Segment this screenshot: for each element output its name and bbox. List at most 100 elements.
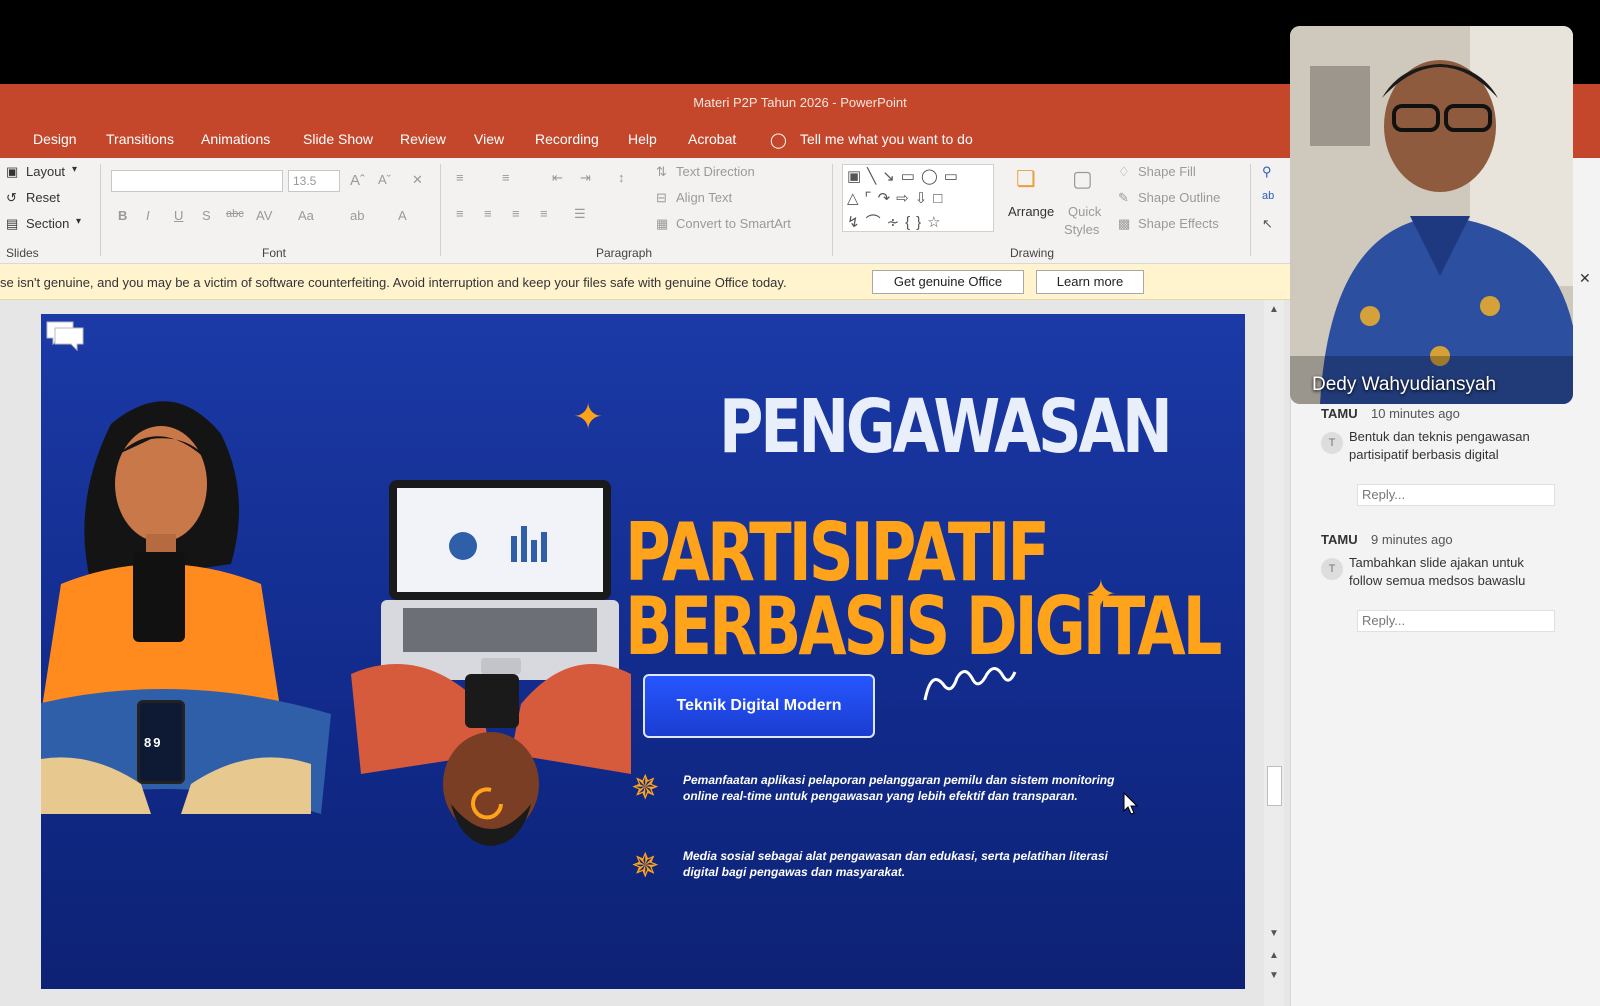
shrink-font-icon[interactable]: Aˇ [378,172,391,187]
tab-slide-show[interactable]: Slide Show [303,131,373,147]
slide-title-pengawasan: PENGAWASAN [719,384,1173,470]
shadow-icon[interactable]: S [202,208,211,223]
find-icon[interactable]: ⚲ [1262,164,1272,180]
columns-icon[interactable]: ☰ [574,206,586,222]
ribbon: ▣ Layout ▾ ↺ Reset ▤ Section ▾ Slides 13… [0,158,1290,264]
video-call-tile[interactable]: Dedy Wahyudiansyah [1290,26,1573,404]
highlight-icon[interactable]: ab [350,208,364,223]
genuine-office-banner: se isn't genuine, and you may be a victi… [0,264,1290,300]
chevron-down-icon: ▾ [72,164,78,175]
participant-video [1290,26,1573,404]
tab-review[interactable]: Review [400,131,446,147]
justify-icon[interactable]: ≡ [540,206,548,221]
tab-view[interactable]: View [474,131,504,147]
tab-design[interactable]: Design [33,131,77,147]
text-direction-button[interactable]: Text Direction [676,164,755,179]
banner-message: se isn't genuine, and you may be a victi… [0,275,787,290]
comment-time: 10 minutes ago [1371,406,1460,421]
tell-me-search[interactable]: Tell me what you want to do [800,131,973,147]
increase-indent-icon[interactable]: ⇥ [580,170,591,186]
decrease-indent-icon[interactable]: ⇤ [552,170,563,186]
align-left-icon[interactable]: ≡ [456,206,464,221]
clear-format-icon[interactable]: ✕ [412,172,423,188]
tab-recording[interactable]: Recording [535,131,599,147]
vertical-scrollbar[interactable] [1264,300,1284,1006]
shape-effects-button[interactable]: Shape Effects [1138,216,1219,231]
bullets-icon[interactable]: ≡ [456,170,464,185]
learn-more-button[interactable]: Learn more [1036,270,1144,294]
phone-clock-digits: 89 [144,735,163,750]
layout-icon: ▣ [6,164,19,179]
tab-help[interactable]: Help [628,131,657,147]
arrange-button[interactable]: Arrange [1008,204,1054,219]
next-slide-icon[interactable]: ▼ [1269,970,1279,981]
tab-transitions[interactable]: Transitions [106,131,174,147]
participant-name: Dedy Wahyudiansyah [1312,374,1497,395]
grow-font-icon[interactable]: Aˆ [350,172,365,189]
line-spacing-icon[interactable]: ↕ [618,170,625,185]
reset-icon: ↺ [6,190,17,205]
drawing-group-label: Drawing [1010,246,1055,260]
previous-slide-icon[interactable]: ▲ [1269,950,1279,961]
avatar: T [1321,558,1343,580]
section-button[interactable]: Section [26,216,69,231]
underline-icon[interactable]: U [174,208,183,223]
star-icon: ✦ [573,396,604,437]
close-icon[interactable]: ✕ [1579,270,1591,287]
slides-group-label: Slides [6,246,39,260]
align-center-icon[interactable]: ≡ [484,206,492,221]
phone-illustration: 89 [137,700,185,784]
woman-illustration [41,401,331,814]
font-name-input[interactable] [111,170,283,192]
comment-author: TAMU [1321,406,1358,421]
font-size-input[interactable]: 13.5 [288,170,340,192]
shape-outline-button[interactable]: Shape Outline [1138,190,1220,205]
effects-icon: ▩ [1118,216,1131,231]
font-color-icon[interactable]: A [398,208,407,223]
align-text-button[interactable]: Align Text [676,190,732,205]
tab-animations[interactable]: Animations [201,131,270,147]
shapes-gallery[interactable]: ▣╲↘▭◯▭ △⌜↷⇨⇩□ ↯⌒∻{}☆ [842,164,994,232]
divider [1250,164,1251,256]
shapes-row-icon: ↯⌒∻{}☆ [847,214,947,231]
char-spacing-icon[interactable]: AV [256,208,272,223]
italic-icon[interactable]: I [146,208,150,223]
reply-input[interactable]: Reply... [1357,610,1555,632]
get-genuine-office-button[interactable]: Get genuine Office [872,270,1024,294]
align-text-icon: ⊟ [656,190,667,205]
select-icon[interactable]: ↖ [1262,216,1273,232]
tab-acrobat[interactable]: Acrobat [688,131,736,147]
scrollbar-thumb[interactable] [1267,766,1282,806]
slide[interactable]: 89 ✦ ✦ ✵ ✵ PENGAWASAN PARTISIPATIF BERBA… [41,314,1245,989]
scroll-up-icon[interactable]: ▲ [1269,304,1279,315]
asterisk-icon: ✵ [631,769,660,807]
divider [440,164,441,256]
reset-button[interactable]: Reset [26,190,60,205]
teknik-digital-badge: Teknik Digital Modern [643,674,875,738]
paragraph-group-label: Paragraph [596,246,653,260]
section-icon: ▤ [6,216,19,231]
comment-icon[interactable] [43,316,87,352]
reply-input[interactable]: Reply... [1357,484,1555,506]
numbering-icon[interactable]: ≡ [502,170,510,185]
shape-fill-button[interactable]: Shape Fill [1138,164,1196,179]
paint-bucket-icon: ♢ [1118,164,1130,179]
quick-styles-icon: ▢ [1072,166,1093,191]
replace-icon[interactable]: ab [1262,190,1274,202]
arrange-icon: ❏ [1016,166,1036,191]
convert-smartart-button[interactable]: Convert to SmartArt [676,216,791,231]
comment-author: TAMU [1321,532,1358,547]
layout-button[interactable]: Layout [26,164,65,179]
mouse-cursor-icon [1123,792,1139,815]
strikethrough-icon[interactable]: abc [226,208,244,220]
change-case-icon[interactable]: Aa [298,208,314,223]
asterisk-icon: ✵ [631,847,660,885]
quick-styles-button[interactable]: Quick [1068,204,1101,219]
bold-icon[interactable]: B [118,208,127,223]
bullet-text-2: Media sosial sebagai alat pengawasan dan… [683,849,1108,879]
font-group-label: Font [262,246,287,260]
slide-title-berbasis-digital: BERBASIS DIGITAL [625,580,1222,673]
align-right-icon[interactable]: ≡ [512,206,520,221]
scroll-down-icon[interactable]: ▼ [1269,928,1279,939]
comment-time: 9 minutes ago [1371,532,1453,547]
